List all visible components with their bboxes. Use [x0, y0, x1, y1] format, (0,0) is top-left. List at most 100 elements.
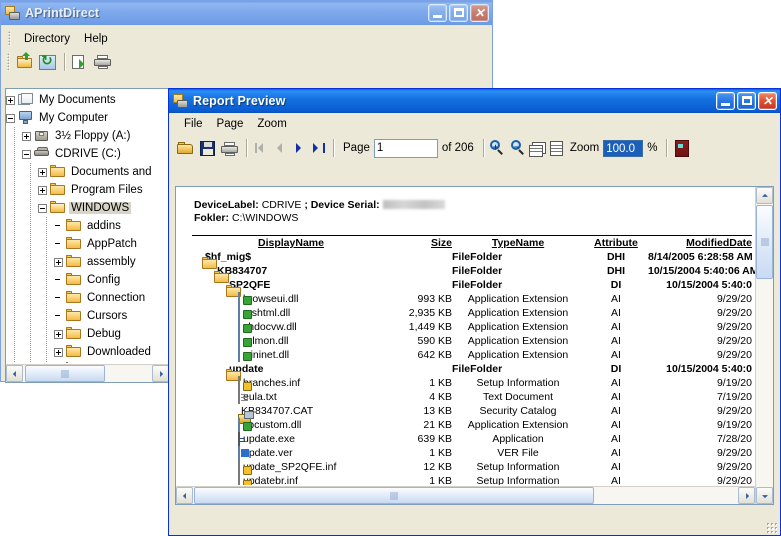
cell-typename: Application Extension [467, 335, 569, 347]
tree-item-assembly[interactable]: assembly [6, 253, 169, 271]
menubar-grip[interactable] [8, 31, 11, 46]
report-canvas[interactable]: DeviceLabel: CDRIVE ; Device Serial: Fok… [176, 187, 755, 485]
fit-width-icon[interactable] [527, 137, 547, 159]
table-body: $hf_mig$ FileFolder DHI 8/14/2005 6:28:58 A… [192, 250, 755, 485]
tree-horizontal-scrollbar[interactable] [6, 364, 169, 382]
cell-typename: FileFolder [452, 265, 503, 277]
toolbar-separator [333, 139, 334, 157]
tree-item-debug[interactable]: Debug [6, 325, 169, 343]
tree-hscroll-thumb[interactable] [25, 365, 105, 382]
scroll-right-button[interactable] [738, 487, 755, 504]
cell-attribute: AI [611, 433, 621, 445]
maximize-button[interactable] [449, 4, 468, 22]
tree-hscroll-track[interactable] [23, 365, 152, 382]
scroll-down-button[interactable] [756, 487, 773, 504]
page-label: Page [343, 142, 370, 154]
aprintdirect-menubar: Directory Help [4, 28, 489, 49]
scroll-up-button[interactable] [756, 187, 773, 204]
report-vscroll-thumb[interactable] [756, 205, 773, 279]
tree-indent [6, 235, 22, 253]
tree-indent [38, 235, 54, 253]
tree-item-addins[interactable]: addins [6, 217, 169, 235]
report-row: spcustom.dll 21 KB Application Extension AI… [192, 418, 752, 432]
cell-size: 1 KB [429, 447, 452, 459]
aprintdirect-titlebar[interactable]: APrintDirect ✕ [1, 1, 492, 25]
tree-item-documents-and[interactable]: Documents and [6, 163, 169, 181]
report-vscroll-track[interactable] [756, 204, 773, 487]
zoom-out-icon[interactable]: − [510, 140, 527, 156]
refresh-icon[interactable] [37, 51, 59, 73]
menu-zoom[interactable]: Zoom [250, 116, 293, 132]
minimize-button[interactable] [428, 4, 447, 22]
tree-item-my-computer[interactable]: My Computer [6, 109, 169, 127]
expand-plus-icon[interactable] [54, 329, 63, 339]
expand-plus-icon[interactable] [22, 131, 31, 141]
tree-item-connection[interactable]: Connection [6, 289, 169, 307]
print-icon[interactable] [92, 51, 114, 73]
menu-help[interactable]: Help [77, 31, 115, 47]
report-horizontal-scrollbar[interactable] [176, 486, 755, 504]
scroll-right-button[interactable] [152, 365, 169, 382]
tree-item-label: assembly [87, 256, 136, 268]
cell-typename: Application Extension [467, 419, 569, 431]
collapse-minus-icon[interactable] [6, 113, 15, 123]
close-button[interactable]: ✕ [470, 4, 489, 22]
directory-tree-pane[interactable]: My Documents My Computer 3½ Floppy (A:) CDR… [5, 88, 170, 383]
collapse-minus-icon[interactable] [22, 149, 31, 159]
collapse-minus-icon[interactable] [38, 203, 47, 213]
menu-file[interactable]: File [177, 116, 210, 132]
cell-displayname: mshtml.dll [192, 306, 390, 320]
next-page-button[interactable] [290, 140, 309, 157]
first-page-button[interactable] [252, 140, 271, 157]
print-report-icon[interactable] [219, 137, 241, 159]
cell-size: 639 KB [417, 433, 452, 445]
tree-item-cursors[interactable]: Cursors [6, 307, 169, 325]
toolbar-grip[interactable] [7, 53, 10, 71]
expand-plus-icon[interactable] [38, 167, 47, 177]
save-report-icon[interactable] [197, 137, 219, 159]
zoom-in-icon[interactable]: + [489, 140, 506, 156]
expand-plus-icon[interactable] [54, 347, 63, 357]
open-report-icon[interactable] [175, 137, 197, 159]
tree-item-config[interactable]: Config [6, 271, 169, 289]
expand-plus-icon[interactable] [6, 95, 15, 105]
scroll-left-button[interactable] [176, 487, 193, 504]
tree-item-cdrive-c[interactable]: CDRIVE (C:) [6, 145, 169, 163]
tree-item-my-documents[interactable]: My Documents [6, 91, 169, 109]
report-hscroll-track[interactable] [193, 487, 738, 504]
folder-icon [50, 183, 66, 197]
tree-item-3-floppy-a[interactable]: 3½ Floppy (A:) [6, 127, 169, 145]
cell-size: 12 KB [423, 461, 452, 473]
tree-indent [38, 271, 54, 289]
last-page-button[interactable] [309, 140, 328, 157]
report-hscroll-thumb[interactable] [194, 487, 594, 504]
fit-page-icon[interactable] [547, 137, 566, 159]
directory-tree[interactable]: My Documents My Computer 3½ Floppy (A:) CDR… [6, 91, 169, 363]
page-number-input[interactable] [373, 138, 438, 158]
dll-icon [238, 418, 240, 432]
export-icon[interactable] [70, 51, 92, 73]
expand-plus-icon[interactable] [38, 185, 47, 195]
scroll-left-button[interactable] [6, 365, 23, 382]
menu-directory[interactable]: Directory [17, 31, 77, 47]
menu-page[interactable]: Page [210, 116, 251, 132]
report-vertical-scrollbar[interactable] [755, 187, 773, 504]
expand-plus-icon[interactable] [54, 257, 63, 267]
zoom-value-input[interactable]: 100.0 [603, 139, 644, 157]
minimize-button[interactable] [716, 92, 735, 110]
tree-indent [6, 253, 22, 271]
tree-item-program-files[interactable]: Program Files [6, 181, 169, 199]
tree-item-windows[interactable]: WINDOWS [6, 199, 169, 217]
tree-item-downloaded[interactable]: Downloaded [6, 343, 169, 361]
previous-page-button[interactable] [271, 140, 290, 157]
tree-item-apppatch[interactable]: AppPatch [6, 235, 169, 253]
cell-size: 642 KB [417, 349, 452, 361]
folder-open-icon [50, 201, 66, 215]
exit-icon[interactable] [672, 137, 694, 159]
folder-up-icon[interactable] [15, 51, 37, 73]
resize-grip[interactable] [766, 522, 777, 533]
tree-item-downloaded[interactable]: Downloaded [6, 361, 169, 363]
maximize-button[interactable] [737, 92, 756, 110]
report-preview-titlebar[interactable]: Report Preview ✕ [169, 89, 780, 113]
close-button[interactable]: ✕ [758, 92, 777, 110]
